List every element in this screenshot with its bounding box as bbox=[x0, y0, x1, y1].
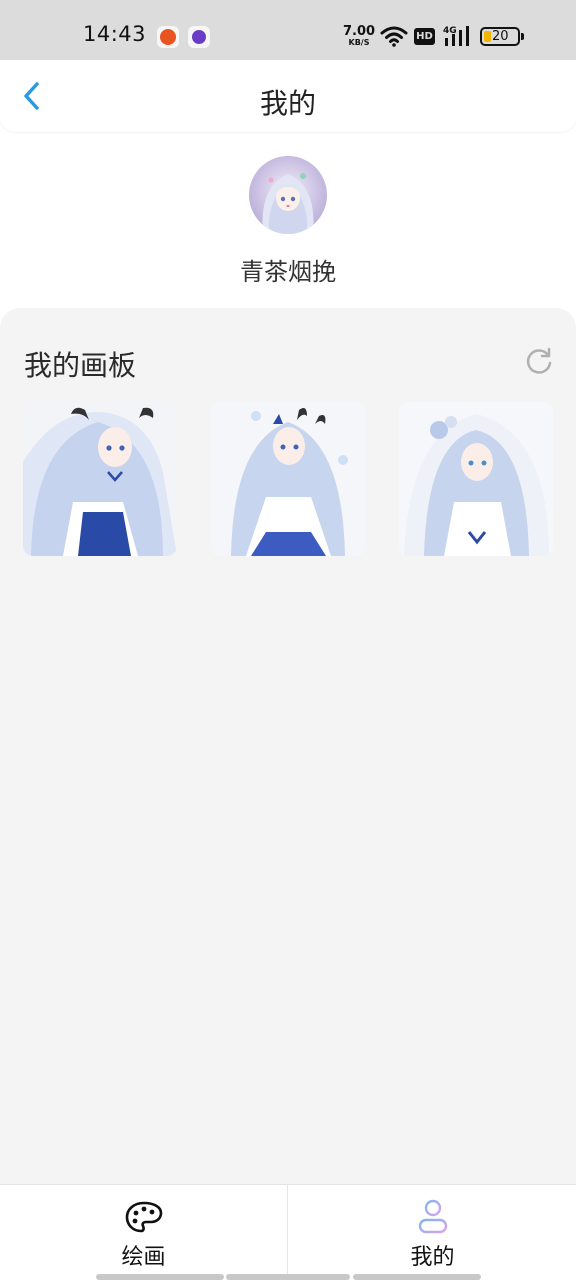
battery-fill bbox=[484, 31, 491, 42]
app-notification-icon bbox=[188, 26, 210, 48]
net-speed-unit: KB/S bbox=[348, 38, 370, 47]
board-thumbnail[interactable] bbox=[23, 402, 177, 556]
home-indicator bbox=[96, 1274, 224, 1280]
status-time: 14:43 bbox=[83, 22, 147, 46]
net-speed: 7.00 KB/S bbox=[343, 25, 375, 47]
status-bar: 14:43 7.00 KB/S HD 4G 20 bbox=[0, 0, 576, 60]
username: 青茶烟挽 bbox=[240, 258, 336, 286]
section-title: 我的画板 bbox=[24, 349, 137, 382]
app-notification-icon bbox=[157, 26, 179, 48]
refresh-icon bbox=[526, 347, 552, 374]
nav-item-mine[interactable]: 我的 bbox=[289, 1185, 576, 1280]
my-board-section: 我的画板 bbox=[0, 308, 576, 1184]
hd-icon: HD bbox=[414, 28, 435, 45]
net-speed-value: 7.00 bbox=[343, 24, 376, 39]
wifi-icon bbox=[380, 25, 408, 51]
nav-divider bbox=[287, 1185, 288, 1280]
header: 我的 bbox=[0, 60, 576, 132]
home-indicator bbox=[353, 1274, 481, 1280]
page-title: 我的 bbox=[259, 87, 316, 120]
refresh-button[interactable] bbox=[522, 344, 556, 378]
battery-icon: 20 bbox=[480, 27, 524, 46]
bottom-nav: 绘画 我的 bbox=[0, 1184, 576, 1280]
signal-icon: 4G bbox=[443, 24, 473, 52]
board-thumbnail[interactable] bbox=[211, 402, 365, 556]
home-indicator bbox=[226, 1274, 350, 1280]
palette-icon bbox=[125, 1201, 162, 1233]
nav-item-draw[interactable]: 绘画 bbox=[0, 1185, 287, 1280]
nav-label: 我的 bbox=[410, 1245, 455, 1270]
battery-level: 20 bbox=[492, 29, 509, 44]
avatar[interactable] bbox=[249, 156, 327, 234]
nav-label: 绘画 bbox=[121, 1245, 166, 1270]
board-thumbnail[interactable] bbox=[399, 402, 553, 556]
user-icon bbox=[418, 1199, 447, 1234]
